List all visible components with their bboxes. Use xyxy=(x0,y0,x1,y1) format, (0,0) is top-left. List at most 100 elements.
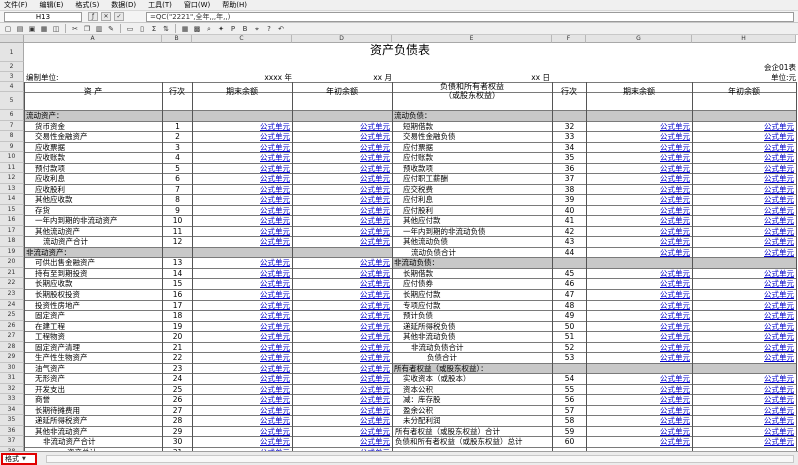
row-header[interactable]: 31 xyxy=(0,373,24,384)
formula-cell[interactable]: 公式单元 xyxy=(693,279,796,289)
formula-cell[interactable]: 公式单元 xyxy=(293,395,392,405)
horizontal-scrollbar[interactable] xyxy=(46,455,794,463)
column-header-a[interactable]: A xyxy=(24,35,162,43)
row-header[interactable]: 21 xyxy=(0,267,24,279)
formula-cell[interactable]: 公式单元 xyxy=(293,258,392,268)
confirm-icon[interactable]: ✓ xyxy=(114,12,124,21)
row-header[interactable]: 32 xyxy=(0,383,24,395)
formula-cell[interactable]: 公式单元 xyxy=(693,322,796,332)
property-icon[interactable]: P xyxy=(228,24,238,34)
open-folder-icon[interactable]: ▤ xyxy=(15,24,25,34)
formula-cell[interactable]: 公式单元 xyxy=(293,290,392,300)
print-preview-icon[interactable]: ◫ xyxy=(51,24,61,34)
format-painter-icon[interactable]: ✎ xyxy=(106,24,116,34)
formula-cell[interactable]: 公式单元 xyxy=(587,279,692,289)
formula-cell[interactable]: 公式单元 xyxy=(587,195,692,205)
formula-cell[interactable]: 公式单元 xyxy=(693,132,796,142)
row-header[interactable]: 6 xyxy=(0,110,24,121)
menu-item[interactable]: 数据(D) xyxy=(111,0,136,10)
paste-icon[interactable]: ▥ xyxy=(94,24,104,34)
formula-cell[interactable]: 公式单元 xyxy=(293,164,392,174)
formula-cell[interactable]: 公式单元 xyxy=(693,153,796,163)
formula-cell[interactable]: 公式单元 xyxy=(587,353,692,363)
formula-cell[interactable]: 公式单元 xyxy=(587,174,692,184)
row-header[interactable]: 24 xyxy=(0,299,24,311)
formula-cell[interactable]: 公式单元 xyxy=(693,395,796,405)
row-header[interactable]: 3 xyxy=(0,72,24,82)
formula-cell[interactable]: 公式单元 xyxy=(587,227,692,237)
formula-cell[interactable]: 公式单元 xyxy=(587,143,692,153)
row-header[interactable]: 10 xyxy=(0,152,24,163)
formula-cell[interactable]: 公式单元 xyxy=(193,279,292,289)
formula-cell[interactable]: 公式单元 xyxy=(587,416,692,426)
formula-cell[interactable]: 公式单元 xyxy=(693,216,796,226)
formula-cell[interactable]: 公式单元 xyxy=(193,290,292,300)
formula-cell[interactable]: 公式单元 xyxy=(193,311,292,321)
formula-cell[interactable]: 公式单元 xyxy=(293,353,392,363)
formula-cell[interactable]: 公式单元 xyxy=(693,311,796,321)
formula-cell[interactable]: 公式单元 xyxy=(293,122,392,132)
pin-icon[interactable]: ✦ xyxy=(216,24,226,34)
row-header[interactable]: 34 xyxy=(0,404,24,416)
formula-cell[interactable]: 公式单元 xyxy=(587,122,692,132)
empty-cell[interactable] xyxy=(693,258,796,268)
cut-icon[interactable]: ✂ xyxy=(70,24,80,34)
row-header[interactable]: 7 xyxy=(0,120,24,132)
row-header[interactable]: 1 xyxy=(0,43,24,62)
formula-cell[interactable]: 公式单元 xyxy=(587,216,692,226)
empty-cell[interactable] xyxy=(193,247,292,258)
formula-cell[interactable]: 公式单元 xyxy=(587,427,692,437)
formula-cell[interactable]: 公式单元 xyxy=(293,227,392,237)
menu-item[interactable]: 编辑(E) xyxy=(40,0,64,10)
sort-icon[interactable]: ⇅ xyxy=(161,24,171,34)
row-header[interactable]: 25 xyxy=(0,310,24,321)
menu-item[interactable]: 工具(T) xyxy=(148,0,172,10)
formula-cell[interactable]: 公式单元 xyxy=(587,301,692,311)
formula-cell[interactable]: 公式单元 xyxy=(193,216,292,226)
formula-cell[interactable]: 公式单元 xyxy=(587,374,692,384)
formula-cell[interactable]: 公式单元 xyxy=(693,143,796,153)
formula-cell[interactable]: 公式单元 xyxy=(587,395,692,405)
row-header[interactable]: 27 xyxy=(0,331,24,342)
row-header[interactable]: 35 xyxy=(0,415,24,426)
zoom-icon[interactable]: ⌕ xyxy=(204,24,214,34)
formula-cell[interactable]: 公式单元 xyxy=(293,406,392,416)
formula-cell[interactable]: 公式单元 xyxy=(293,237,392,247)
formula-cell[interactable]: 公式单元 xyxy=(693,206,796,216)
formula-cell[interactable]: 公式单元 xyxy=(193,364,292,374)
find-icon[interactable]: ⌖ xyxy=(252,24,262,34)
formula-cell[interactable]: 公式单元 xyxy=(587,132,692,142)
formula-cell[interactable]: 公式单元 xyxy=(293,385,392,395)
bold-icon[interactable]: B xyxy=(240,24,250,34)
formula-cell[interactable]: 公式单元 xyxy=(293,332,392,342)
formula-cell[interactable]: 公式单元 xyxy=(693,332,796,342)
formula-cell[interactable]: 公式单元 xyxy=(587,332,692,342)
formula-cell[interactable]: 公式单元 xyxy=(587,385,692,395)
formula-cell[interactable]: 公式单元 xyxy=(693,427,796,437)
formula-cell[interactable]: 公式单元 xyxy=(293,416,392,426)
formula-cell[interactable]: 公式单元 xyxy=(693,374,796,384)
formula-cell[interactable]: 公式单元 xyxy=(293,174,392,184)
menu-item[interactable]: 文件(F) xyxy=(4,0,28,10)
formula-cell[interactable]: 公式单元 xyxy=(293,195,392,205)
empty-cell[interactable] xyxy=(587,111,692,121)
formula-cell[interactable]: 公式单元 xyxy=(193,385,292,395)
row-header[interactable]: 13 xyxy=(0,183,24,195)
copy-icon[interactable]: ❐ xyxy=(82,24,92,34)
formula-cell[interactable]: 公式单元 xyxy=(293,216,392,226)
menu-item[interactable]: 帮助(H) xyxy=(222,0,247,10)
column-header-e[interactable]: E xyxy=(392,35,552,43)
formula-cell[interactable]: 公式单元 xyxy=(293,427,392,437)
empty-cell[interactable] xyxy=(293,247,392,258)
formula-cell[interactable]: 公式单元 xyxy=(193,174,292,184)
column-header-c[interactable]: C xyxy=(192,35,292,43)
formula-cell[interactable]: 公式单元 xyxy=(193,332,292,342)
formula-cell[interactable]: 公式单元 xyxy=(293,143,392,153)
formula-cell[interactable]: 公式单元 xyxy=(693,195,796,205)
grid-icon[interactable]: ▦ xyxy=(180,24,190,34)
help-icon[interactable]: ? xyxy=(264,24,274,34)
row-header[interactable]: 4 xyxy=(0,82,24,92)
formula-cell[interactable]: 公式单元 xyxy=(193,195,292,205)
select-all-corner[interactable] xyxy=(0,35,24,43)
sheet-tab-format[interactable]: 格式 ▼ xyxy=(1,453,37,465)
